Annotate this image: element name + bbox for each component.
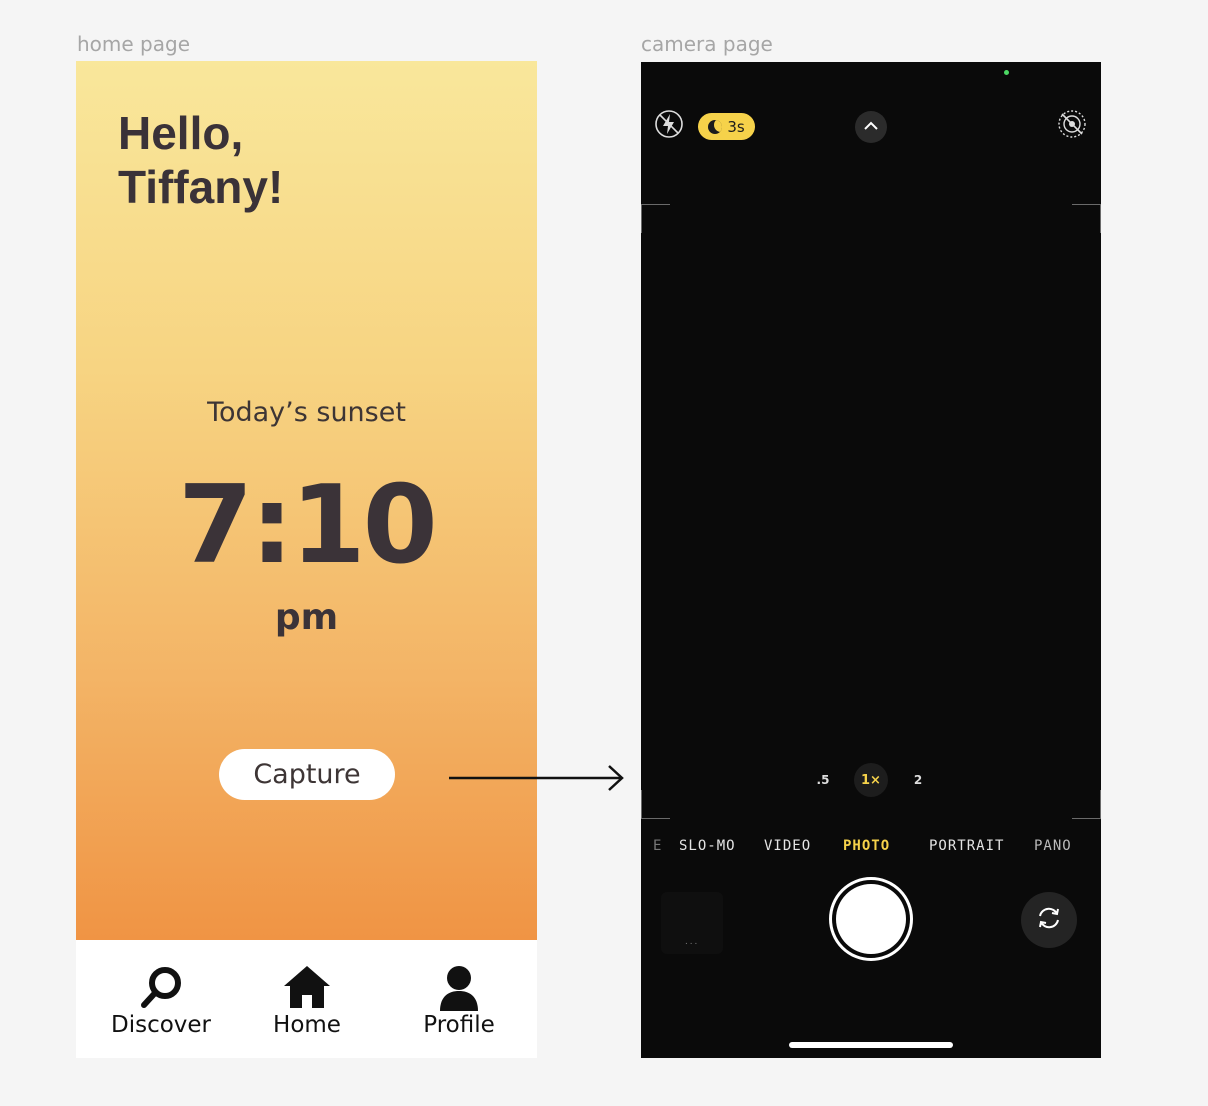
live-photo-off-button[interactable] — [1057, 109, 1087, 144]
search-icon — [137, 964, 185, 1015]
tab-home[interactable]: Home — [262, 940, 352, 1058]
chevron-up-icon — [863, 118, 879, 136]
greeting-line-2: Tiffany! — [118, 161, 284, 213]
thumbnail-dots: ... — [685, 936, 700, 947]
user-icon — [437, 964, 481, 1017]
mode-pano[interactable]: PANO — [1034, 838, 1072, 854]
zoom-0-5-button[interactable]: .5 — [806, 763, 840, 797]
camera-indicator-dot — [1004, 70, 1009, 75]
camera-page-frame: 3s .5 1× 2 E SLO-MO VIDEO PHOTO PORTRAIT… — [641, 62, 1101, 1058]
timer-label: 3s — [727, 117, 745, 136]
home-page-label: home page — [77, 32, 191, 56]
expand-controls-button[interactable] — [855, 111, 887, 143]
flip-camera-button[interactable] — [1021, 892, 1077, 948]
home-indicator-bar[interactable] — [789, 1042, 953, 1048]
night-mode-icon — [708, 119, 723, 134]
flash-off-button[interactable] — [654, 109, 684, 144]
bottom-tab-bar: Discover Home Profile — [76, 940, 537, 1058]
shutter-button[interactable] — [829, 877, 913, 961]
sunset-time: 7:10 — [178, 463, 438, 588]
tab-profile-label: Profile — [423, 1012, 495, 1038]
flow-arrow-icon — [449, 765, 624, 791]
mode-portrait[interactable]: PORTRAIT — [929, 838, 1004, 854]
sunset-label: Today’s sunset — [207, 397, 406, 428]
live-photo-off-icon — [1057, 109, 1087, 144]
home-icon — [283, 964, 331, 1015]
night-mode-timer-button[interactable]: 3s — [698, 113, 755, 140]
home-page-frame: Hello, Tiffany! Today’s sunset 7:10 pm C… — [76, 61, 537, 1058]
tab-discover[interactable]: Discover — [104, 940, 218, 1058]
camera-mode-selector: E SLO-MO VIDEO PHOTO PORTRAIT PANO — [641, 838, 1101, 858]
tab-home-label: Home — [273, 1012, 341, 1038]
viewfinder-corner-top-right — [1072, 204, 1101, 233]
mode-video[interactable]: VIDEO — [764, 838, 811, 854]
mode-slo-mo[interactable]: SLO-MO — [679, 838, 736, 854]
viewfinder-corner-bottom-left — [641, 790, 670, 819]
zoom-2x-button[interactable]: 2 — [901, 763, 935, 797]
sunset-ampm: pm — [274, 597, 339, 638]
tab-profile[interactable]: Profile — [414, 940, 504, 1058]
viewfinder-corner-bottom-right — [1072, 790, 1101, 819]
capture-button[interactable]: Capture — [219, 749, 395, 800]
mode-photo[interactable]: PHOTO — [843, 838, 890, 854]
zoom-1x-button[interactable]: 1× — [854, 763, 888, 797]
camera-flip-icon — [1034, 903, 1064, 938]
greeting-line-1: Hello, — [118, 107, 244, 159]
flash-off-icon — [654, 109, 684, 144]
mode-time-lapse[interactable]: E — [653, 838, 662, 854]
tab-discover-label: Discover — [110, 1012, 212, 1038]
greeting-heading: Hello, Tiffany! — [118, 106, 283, 214]
camera-page-label: camera page — [641, 32, 773, 56]
viewfinder-corner-top-left — [641, 204, 670, 233]
